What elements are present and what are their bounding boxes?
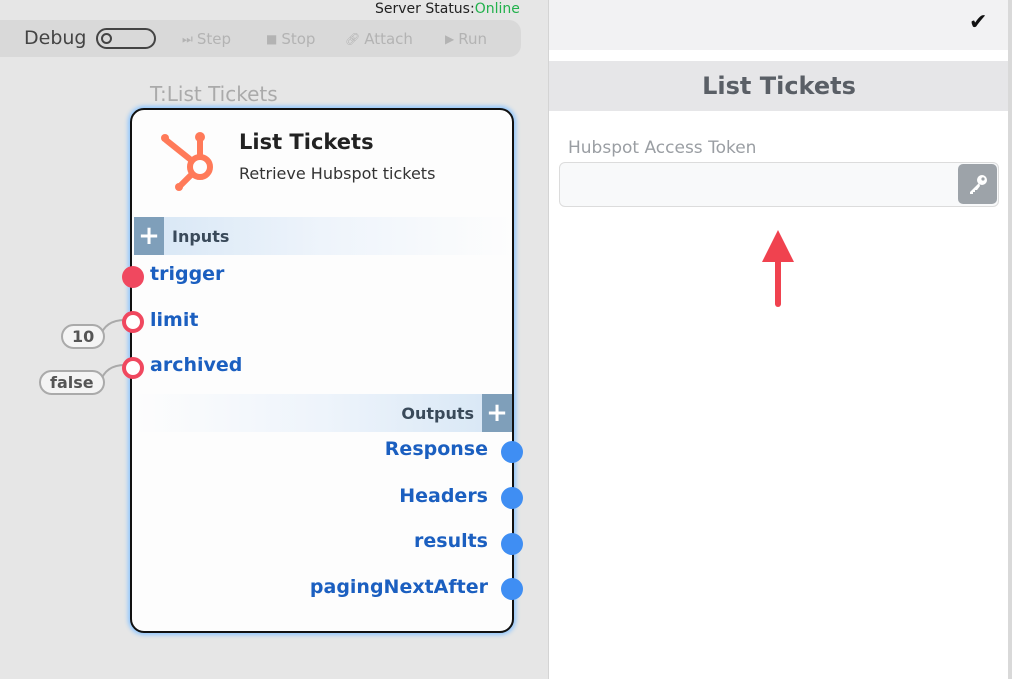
window-edge	[1008, 0, 1012, 679]
secret-key-button[interactable]	[958, 164, 997, 204]
access-token-input[interactable]	[559, 162, 999, 207]
inputs-section: + Inputs	[134, 217, 512, 255]
add-input-button[interactable]: +	[134, 217, 164, 255]
flow-canvas[interactable]: Server Status:Online Debug ⏭ Step ■ Stop 🔗…	[0, 0, 548, 679]
headers-output-pin[interactable]	[501, 487, 523, 509]
limit-input-pin[interactable]	[122, 311, 144, 333]
results-output-pin[interactable]	[501, 533, 523, 555]
outputs-section: Outputs +	[134, 394, 512, 432]
response-output-label: Response	[384, 438, 488, 460]
trigger-input-label: trigger	[150, 263, 225, 285]
list-tickets-node[interactable]: List Tickets Retrieve Hubspot tickets + …	[122, 108, 523, 633]
check-icon[interactable]: ✔	[969, 10, 987, 35]
limit-value[interactable]: 10	[61, 324, 106, 349]
plus-icon: +	[138, 221, 160, 251]
limit-input-label: limit	[150, 309, 199, 331]
inputs-label: Inputs	[172, 226, 230, 246]
panel-title: List Tickets	[549, 61, 1009, 111]
response-output-pin[interactable]	[501, 441, 523, 463]
results-output-label: results	[414, 530, 488, 552]
archived-input-label: archived	[150, 354, 243, 376]
add-output-button[interactable]: +	[482, 394, 512, 432]
paging-next-after-output-pin[interactable]	[501, 578, 523, 600]
archived-value[interactable]: false	[39, 370, 105, 395]
hubspot-icon	[161, 132, 213, 191]
key-icon	[969, 175, 987, 194]
outputs-label: Outputs	[401, 403, 474, 423]
red-arrow-annotation	[762, 230, 794, 307]
panel-toolbar	[549, 0, 1009, 50]
properties-panel: ✔ List Tickets Hubspot Access Token	[548, 0, 1012, 679]
headers-output-label: Headers	[399, 485, 488, 507]
archived-input-pin[interactable]	[122, 357, 144, 379]
node-subtitle: Retrieve Hubspot tickets	[239, 164, 436, 183]
node-title: List Tickets	[239, 130, 374, 154]
plus-icon: +	[486, 398, 508, 428]
paging-next-after-output-label: pagingNextAfter	[309, 576, 488, 598]
trigger-input-pin[interactable]	[122, 266, 144, 288]
access-token-label: Hubspot Access Token	[568, 138, 757, 158]
